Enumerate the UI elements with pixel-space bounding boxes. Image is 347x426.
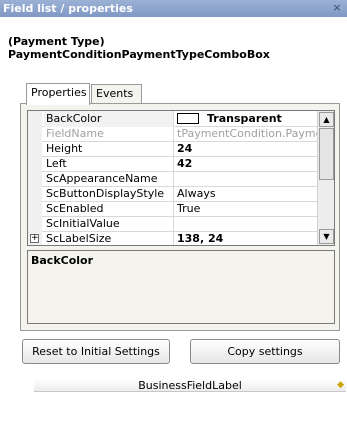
property-name: ScLabelSize	[44, 231, 174, 245]
property-row-scinitialvalue[interactable]: ScInitialValue	[28, 216, 318, 232]
property-row-scbuttondisplaystyle[interactable]: ScButtonDisplayStyle Always	[28, 186, 318, 202]
field-list-properties-panel: Field list / properties × (Payment Type)…	[0, 0, 347, 426]
reset-to-initial-settings-button[interactable]: Reset to Initial Settings	[22, 339, 170, 364]
business-field-label[interactable]: BusinessFieldLabel ◆	[34, 379, 346, 392]
selected-control-header: (Payment Type) PaymentConditionPaymentTy…	[8, 35, 328, 61]
property-row-backcolor[interactable]: BackColor Transparent	[28, 111, 318, 127]
properties-tab-panel: BackColor Transparent FieldName tPayment…	[20, 103, 340, 331]
property-value[interactable]: tPaymentCondition.PaymentC	[175, 126, 318, 142]
row-gutter	[28, 186, 42, 202]
property-value[interactable]: 24	[175, 141, 318, 157]
property-row-fieldname[interactable]: FieldName tPaymentCondition.PaymentC	[28, 126, 318, 142]
row-gutter	[28, 171, 42, 187]
property-value[interactable]: Always	[175, 186, 318, 202]
copy-settings-button[interactable]: Copy settings	[190, 339, 340, 364]
diamond-marker-icon: ◆	[337, 380, 344, 390]
description-title: BackColor	[31, 254, 94, 267]
row-gutter: +	[28, 231, 42, 245]
property-row-scappearancename[interactable]: ScAppearanceName	[28, 171, 318, 187]
field-label-text: BusinessFieldLabel	[138, 379, 242, 392]
property-name: ScEnabled	[44, 201, 174, 217]
row-gutter	[28, 216, 42, 232]
scrollbar-thumb[interactable]	[319, 128, 334, 180]
property-value[interactable]: 42	[175, 156, 318, 172]
property-row-sclabelsize[interactable]: + ScLabelSize 138, 24	[28, 231, 318, 245]
property-value[interactable]: Transparent	[175, 111, 318, 127]
property-name: ScAppearanceName	[44, 171, 174, 187]
property-description-pane: BackColor	[27, 250, 335, 324]
property-row-left[interactable]: Left 42	[28, 156, 318, 172]
panel-content: (Payment Type) PaymentConditionPaymentTy…	[0, 17, 347, 426]
property-value-text: Transparent	[207, 112, 282, 125]
scroll-down-icon[interactable]: ▼	[319, 229, 334, 244]
scroll-up-icon[interactable]: ▲	[319, 112, 334, 127]
row-gutter	[28, 156, 42, 172]
property-row-height[interactable]: Height 24	[28, 141, 318, 157]
close-icon[interactable]: ×	[331, 2, 343, 14]
property-grid-scrollbar[interactable]: ▲ ▼	[317, 111, 334, 245]
property-name: Left	[44, 156, 174, 172]
property-value[interactable]	[175, 216, 318, 232]
property-name: ScInitialValue	[44, 216, 174, 232]
property-grid: BackColor Transparent FieldName tPayment…	[27, 110, 335, 246]
property-name: BackColor	[44, 111, 174, 127]
property-name: ScButtonDisplayStyle	[44, 186, 174, 202]
property-value[interactable]: True	[175, 201, 318, 217]
window-title: Field list / properties	[3, 2, 133, 15]
row-gutter	[28, 201, 42, 217]
control-caption: (Payment Type)	[8, 35, 105, 48]
window-titlebar[interactable]: Field list / properties ×	[0, 0, 347, 17]
property-name: Height	[44, 141, 174, 157]
property-row-scenabled[interactable]: ScEnabled True	[28, 201, 318, 217]
expand-icon[interactable]: +	[30, 234, 39, 243]
property-name: FieldName	[44, 126, 174, 142]
property-value[interactable]	[175, 171, 318, 187]
row-gutter	[28, 141, 42, 157]
row-gutter	[28, 111, 42, 127]
property-value[interactable]: 138, 24	[175, 231, 318, 245]
control-name: PaymentConditionPaymentTypeComboBox	[8, 48, 270, 61]
tab-events[interactable]: Events	[91, 84, 142, 103]
tab-properties[interactable]: Properties	[26, 83, 90, 105]
row-gutter	[28, 126, 42, 142]
color-swatch	[177, 113, 199, 124]
